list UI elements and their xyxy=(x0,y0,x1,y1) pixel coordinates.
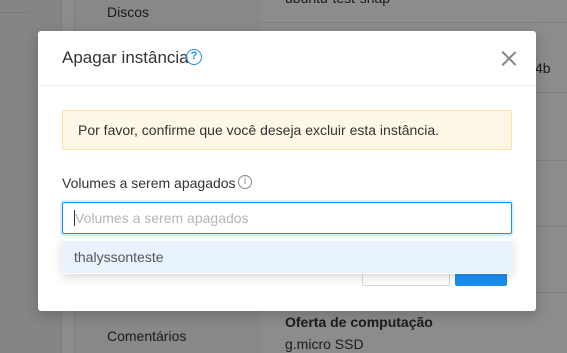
volumes-dropdown: thalyssonteste xyxy=(62,238,512,274)
volume-option-label: thalyssonteste xyxy=(74,249,164,265)
dialog-header: Apagar instância ? xyxy=(38,31,536,86)
volumes-select[interactable]: Volumes a serem apagados xyxy=(62,202,512,234)
info-circle-icon[interactable]: i xyxy=(238,175,252,189)
volume-option[interactable]: thalyssonteste xyxy=(62,241,512,273)
alert-text: Por favor, confirme que você deseja excl… xyxy=(78,122,440,138)
close-icon[interactable] xyxy=(501,50,517,66)
volumes-label: Volumes a serem apagados xyxy=(62,175,236,191)
volumes-placeholder: Volumes a serem apagados xyxy=(75,210,249,226)
text-cursor xyxy=(74,210,75,226)
dialog-title: Apagar instância xyxy=(62,48,189,67)
question-circle-icon[interactable]: ? xyxy=(186,49,202,65)
confirmation-alert: Por favor, confirme que você deseja excl… xyxy=(62,110,512,150)
